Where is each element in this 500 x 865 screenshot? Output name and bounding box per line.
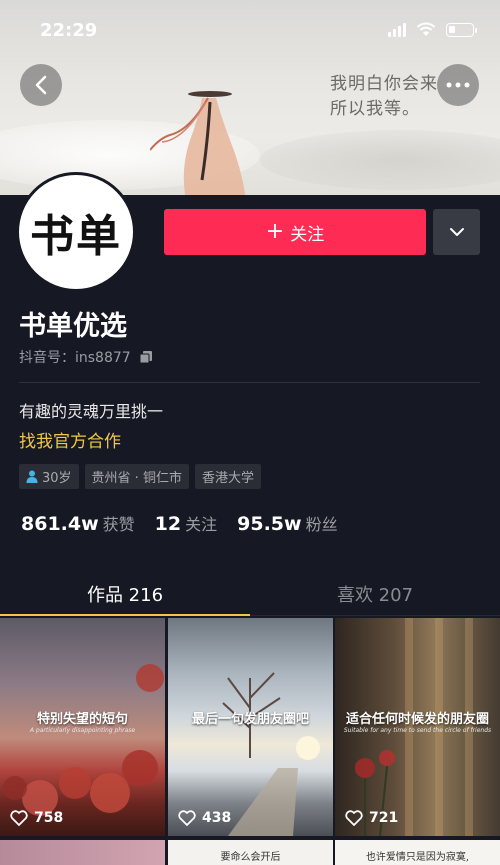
cooperation-link[interactable]: 找我官方合作 <box>19 427 121 452</box>
following-stat[interactable]: 12 关注 <box>155 511 217 535</box>
banner-mist <box>260 130 500 190</box>
wifi-icon <box>416 22 436 36</box>
stat-label: 关注 <box>185 515 218 534</box>
status-time: 22:29 <box>40 20 98 41</box>
stat-value: 95.5w <box>237 513 302 535</box>
poem-line: 我明白你会来 <box>330 74 438 94</box>
follow-button[interactable]: + 关注 <box>164 209 426 255</box>
heart-icon <box>178 810 196 826</box>
video-caption: 特别失望的短句 <box>36 712 128 727</box>
video-likes: 721 <box>345 810 398 826</box>
likes-stat: 861.4w 获赞 <box>21 511 135 535</box>
account-id: 抖音号：ins8877 <box>19 347 153 367</box>
age-tag-label: 30岁 <box>42 471 72 486</box>
more-options-button[interactable] <box>437 64 479 106</box>
video-caption: 要命么会开后 <box>220 852 281 863</box>
profile-stats: 861.4w 获赞 12 关注 95.5w 粉丝 <box>21 511 338 535</box>
video-thumbnail[interactable]: 适合任何时候发的朋友圈 Suitable for any time to sen… <box>335 618 500 836</box>
status-bar: 22:29 <box>0 0 500 62</box>
stat-label: 粉丝 <box>305 515 338 534</box>
school-tag: 香港大学 <box>194 464 261 489</box>
person-icon <box>26 470 38 483</box>
heart-icon <box>345 810 363 826</box>
tab-likes[interactable]: 喜欢 207 <box>250 572 500 615</box>
more-dots-icon <box>446 82 470 88</box>
likes-count: 758 <box>34 810 64 826</box>
winter-tree-illustration <box>222 672 320 836</box>
heart-icon <box>10 810 28 826</box>
avatar[interactable]: 书单 <box>16 172 136 292</box>
chevron-down-icon <box>449 228 464 236</box>
profile-name: 书单优选 <box>19 311 127 342</box>
likes-count: 721 <box>369 810 399 826</box>
avatar-text: 书单 <box>30 211 122 262</box>
battery-icon <box>446 22 477 37</box>
school-tag-label: 香港大学 <box>201 471 254 486</box>
age-tag: 30岁 <box>19 464 79 489</box>
stat-value: 12 <box>154 513 182 535</box>
follow-label: 关注 <box>290 224 325 245</box>
video-subtitle: A particularly disappointing phrase <box>29 727 136 734</box>
location-tag: 贵州省 · 铜仁市 <box>84 464 189 489</box>
content-tabs: 作品 216 喜欢 207 <box>0 572 500 616</box>
video-thumbnail[interactable]: 最后一句发朋友圈吧 438 <box>168 618 333 836</box>
video-caption: 最后一句发朋友圈吧 <box>191 712 309 727</box>
video-thumbnail[interactable]: 特别失望的短句 A particularly disappointing phr… <box>0 618 165 836</box>
bio: 有趣的灵魂万里挑一 <box>19 402 164 421</box>
tab-works[interactable]: 作品 216 <box>0 572 250 616</box>
stat-label: 获赞 <box>102 515 135 534</box>
plus-icon: + <box>265 219 285 244</box>
cellular-signal-icon <box>388 22 406 37</box>
followers-stat[interactable]: 95.5w 粉丝 <box>237 511 337 535</box>
recommend-dropdown-button[interactable] <box>433 209 480 255</box>
video-thumbnail[interactable]: 要命么会开后 <box>168 840 333 865</box>
banner-poem: 我明白你会来 所以我等。 <box>330 72 438 122</box>
stat-value: 861.4w <box>21 513 99 535</box>
video-subtitle: Suitable for any time to send the circle… <box>343 727 492 734</box>
divider <box>19 382 480 383</box>
account-id-text: 抖音号：ins8877 <box>19 350 131 366</box>
video-thumbnail[interactable] <box>0 840 165 865</box>
copy-icon[interactable] <box>139 350 153 364</box>
banner-figure-illustration <box>150 91 246 195</box>
back-button[interactable] <box>20 64 62 106</box>
location-tag-label: 贵州省 · 铜仁市 <box>91 471 182 486</box>
video-caption: 也许爱情只是因为寂寞, <box>365 852 470 863</box>
chevron-left-icon <box>35 75 47 95</box>
video-caption: 适合任何时候发的朋友圈 <box>345 712 489 727</box>
poem-line: 所以我等。 <box>330 99 420 119</box>
likes-count: 438 <box>202 810 232 826</box>
video-thumbnail[interactable]: 也许爱情只是因为寂寞, <box>335 840 500 865</box>
profile-tags: 30岁 贵州省 · 铜仁市 香港大学 <box>19 464 261 489</box>
video-likes: 438 <box>178 810 231 826</box>
video-likes: 758 <box>10 810 63 826</box>
